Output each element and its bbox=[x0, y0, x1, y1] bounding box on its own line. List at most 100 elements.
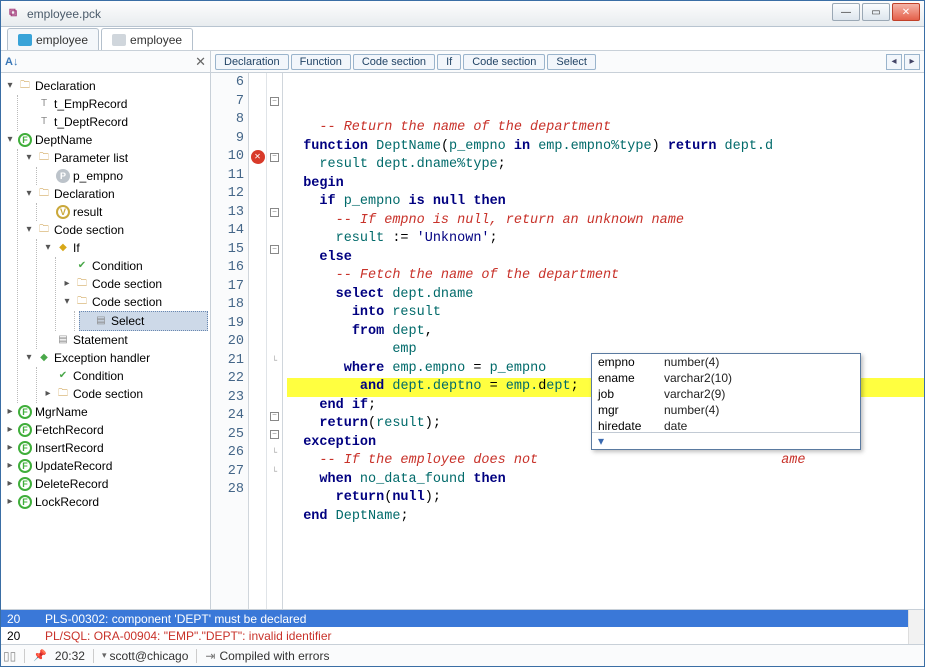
tree-node-type[interactable]: T t_DeptRecord bbox=[22, 113, 208, 131]
breadcrumb-prev-button[interactable]: ◂ bbox=[886, 54, 902, 70]
tree-label: InsertRecord bbox=[35, 439, 104, 457]
tree-node-if[interactable]: ▾◆ If bbox=[41, 239, 208, 257]
tree-node-paramlist[interactable]: ▾🗀 Parameter list bbox=[22, 149, 208, 167]
code-line[interactable]: into result bbox=[287, 304, 924, 323]
tree-node-exception-handler[interactable]: ▾◆ Exception handler bbox=[22, 349, 208, 367]
code-line[interactable]: else bbox=[287, 249, 924, 268]
code-line[interactable]: return(null); bbox=[287, 489, 924, 508]
code-line[interactable]: begin bbox=[287, 175, 924, 194]
compile-status[interactable]: ⇥ Compiled with errors bbox=[205, 649, 329, 663]
fold-toggle-icon[interactable]: − bbox=[270, 208, 279, 217]
fold-toggle-icon[interactable]: − bbox=[270, 245, 279, 254]
file-tab-spec[interactable]: employee bbox=[7, 28, 99, 50]
gutter-markers: ✕ bbox=[249, 73, 267, 609]
dropdown-icon[interactable]: ▾ bbox=[598, 434, 604, 448]
package-spec-icon bbox=[18, 34, 32, 46]
statement-icon: ▤ bbox=[56, 333, 70, 347]
tree-node-function[interactable]: ▸FInsertRecord bbox=[3, 439, 208, 457]
code-editor[interactable]: 6789101112131415161718192021222324252627… bbox=[211, 73, 924, 609]
autocomplete-item[interactable]: enamevarchar2(10) bbox=[592, 370, 860, 386]
tree-node-variable[interactable]: V result bbox=[41, 203, 208, 221]
window-close-button[interactable]: ✕ bbox=[892, 3, 920, 21]
tree-node-param[interactable]: P p_empno bbox=[41, 167, 208, 185]
tree-node-function[interactable]: ▸FMgrName bbox=[3, 403, 208, 421]
status-compile-text: Compiled with errors bbox=[219, 649, 329, 663]
breadcrumb-button[interactable]: Function bbox=[291, 54, 351, 70]
tree-node-function[interactable]: ▸FFetchRecord bbox=[3, 421, 208, 439]
sort-icon[interactable]: A↓ bbox=[5, 56, 18, 68]
window-titlebar: ⧉ employee.pck — ▭ ✕ bbox=[1, 1, 924, 27]
tree-node-function[interactable]: ▸FUpdateRecord bbox=[3, 457, 208, 475]
code-line[interactable] bbox=[287, 526, 924, 545]
tree-node-declaration[interactable]: ▾ 🗀 Declaration bbox=[3, 77, 208, 95]
window-maximize-button[interactable]: ▭ bbox=[862, 3, 890, 21]
autocomplete-item[interactable]: hiredatedate bbox=[592, 418, 860, 432]
autocomplete-popup[interactable]: empnonumber(4)enamevarchar2(10)jobvarcha… bbox=[591, 353, 861, 450]
breadcrumb-next-button[interactable]: ▸ bbox=[904, 54, 920, 70]
tree-label: DeptName bbox=[35, 131, 92, 149]
fold-toggle-icon[interactable]: − bbox=[270, 412, 279, 421]
code-line[interactable]: from dept, bbox=[287, 323, 924, 342]
breadcrumb-button[interactable]: Declaration bbox=[215, 54, 289, 70]
code-line[interactable]: result := 'Unknown'; bbox=[287, 230, 924, 249]
code-outline-tree[interactable]: ▾ 🗀 Declaration T t_EmpRecord T t_DeptRe… bbox=[1, 73, 210, 609]
autocomplete-item[interactable]: jobvarchar2(9) bbox=[592, 386, 860, 402]
error-list[interactable]: 20PLS-00302: component 'DEPT' must be de… bbox=[1, 609, 924, 644]
compile-icon: ⇥ bbox=[205, 649, 215, 663]
tree-node-type[interactable]: T t_EmpRecord bbox=[22, 95, 208, 113]
tree-node-codesection[interactable]: ▾🗀 Code section bbox=[60, 293, 208, 311]
scrollbar[interactable] bbox=[908, 610, 924, 644]
breadcrumb-button[interactable]: Code section bbox=[353, 54, 435, 70]
file-tab-body[interactable]: employee bbox=[101, 28, 193, 50]
folder-icon: 🗀 bbox=[37, 223, 51, 237]
statusbar-pane-icon[interactable]: ▯▯ bbox=[3, 649, 16, 663]
code-line[interactable]: if p_empno is null then bbox=[287, 193, 924, 212]
gutter-fold[interactable]: −−−−└−−└└ bbox=[267, 73, 283, 609]
pin-icon[interactable]: 📌 bbox=[33, 649, 47, 662]
tree-toggle-icon[interactable]: ▾ bbox=[5, 131, 15, 149]
code-line[interactable]: -- Return the name of the department bbox=[287, 119, 924, 138]
connection-dropdown[interactable]: ▾ scott@chicago bbox=[102, 649, 188, 663]
code-line[interactable]: -- If empno is null, return an unknown n… bbox=[287, 212, 924, 231]
tree-node-select[interactable]: ▤ Select bbox=[79, 311, 208, 331]
error-row[interactable]: 20PL/SQL: ORA-00904: "EMP"."DEPT": inval… bbox=[1, 627, 924, 644]
tree-node-function[interactable]: ▸FDeleteRecord bbox=[3, 475, 208, 493]
code-line[interactable]: select dept.dname bbox=[287, 286, 924, 305]
code-content[interactable]: -- Return the name of the department fun… bbox=[283, 73, 924, 609]
tree-label: p_empno bbox=[73, 167, 123, 185]
tree-node-function-deptname[interactable]: ▾ F DeptName bbox=[3, 131, 208, 149]
fold-toggle-icon[interactable]: − bbox=[270, 97, 279, 106]
code-line[interactable]: when no_data_found then bbox=[287, 471, 924, 490]
window-title: employee.pck bbox=[27, 7, 101, 21]
window-minimize-button[interactable]: — bbox=[832, 3, 860, 21]
panel-close-icon[interactable]: ✕ bbox=[195, 54, 206, 70]
file-tab-strip: employee employee bbox=[1, 27, 924, 51]
tree-node-declaration[interactable]: ▾🗀 Declaration bbox=[22, 185, 208, 203]
tree-node-condition[interactable]: ✔ Condition bbox=[41, 367, 208, 385]
code-line[interactable]: end DeptName; bbox=[287, 508, 924, 527]
code-line[interactable]: function DeptName(p_empno in emp.empno%t… bbox=[287, 138, 924, 157]
tree-node-codesection[interactable]: ▸🗀 Code section bbox=[41, 385, 208, 403]
code-line[interactable]: result dept.dname%type; bbox=[287, 156, 924, 175]
tree-label: Declaration bbox=[35, 77, 96, 95]
code-line[interactable]: -- Fetch the name of the department bbox=[287, 267, 924, 286]
tree-toggle-icon[interactable]: ▾ bbox=[5, 77, 15, 95]
tree-node-codesection[interactable]: ▸🗀 Code section bbox=[60, 275, 208, 293]
function-icon: F bbox=[18, 441, 32, 455]
autocomplete-item[interactable]: empnonumber(4) bbox=[592, 354, 860, 370]
autocomplete-item[interactable]: mgrnumber(4) bbox=[592, 402, 860, 418]
code-line[interactable]: -- If the employee does not ame bbox=[287, 452, 924, 471]
fold-toggle-icon[interactable]: − bbox=[270, 430, 279, 439]
breadcrumb-button[interactable]: Code section bbox=[463, 54, 545, 70]
breadcrumb-button[interactable]: Select bbox=[547, 54, 596, 70]
error-marker-icon[interactable]: ✕ bbox=[251, 150, 265, 164]
breadcrumb-button[interactable]: If bbox=[437, 54, 461, 70]
tree-node-codesection[interactable]: ▾🗀 Code section bbox=[22, 221, 208, 239]
tree-node-condition[interactable]: ✔ Condition bbox=[60, 257, 208, 275]
tree-label: FetchRecord bbox=[35, 421, 104, 439]
tree-node-statement[interactable]: ▤ Statement bbox=[41, 331, 208, 349]
error-row[interactable]: 20PLS-00302: component 'DEPT' must be de… bbox=[1, 610, 924, 627]
fold-toggle-icon[interactable]: − bbox=[270, 153, 279, 162]
tree-label: MgrName bbox=[35, 403, 88, 421]
tree-node-function[interactable]: ▸FLockRecord bbox=[3, 493, 208, 511]
